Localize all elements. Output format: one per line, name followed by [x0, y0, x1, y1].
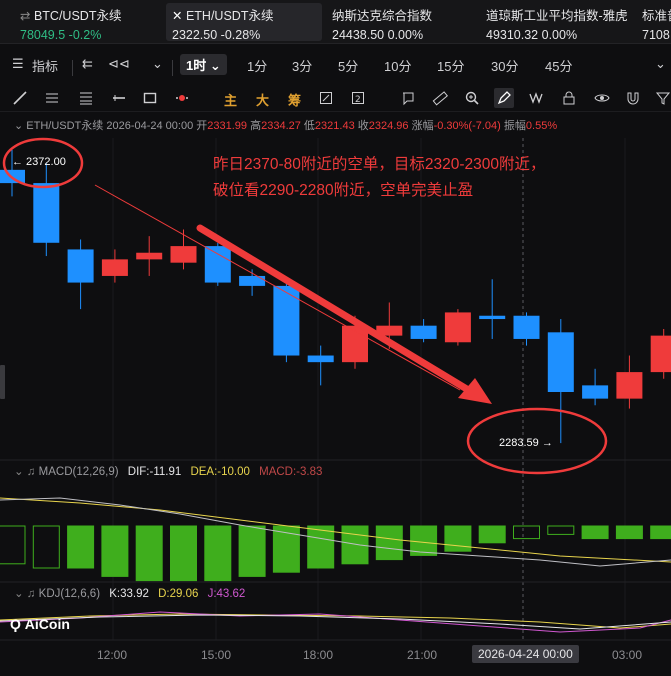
annotation-thin-line [94, 184, 461, 391]
macd-value: MACD:-3.83 [259, 466, 323, 478]
annotation-arrow-head [458, 378, 492, 404]
candle-body [136, 252, 163, 260]
kdj-k-line [0, 614, 671, 630]
macd-bar [478, 525, 506, 544]
kdj-j: J:43.62 [207, 588, 246, 600]
kdj-label: KDJ(12,6,6) [38, 588, 101, 600]
candle-body [239, 275, 266, 286]
macd-bar [238, 525, 266, 577]
macd-bar [67, 525, 95, 569]
low-marker: 2283.59 → [499, 437, 553, 449]
x-tick: 15:00 [201, 648, 232, 662]
macd-bar [375, 525, 403, 561]
candle-body [444, 312, 471, 343]
collapse-icon[interactable]: ⌄ [14, 588, 27, 600]
bell-icon[interactable]: ♫ [27, 466, 39, 478]
kdj-d: D:29.06 [158, 588, 199, 600]
macd-bar [307, 525, 335, 569]
macd-bar [0, 525, 26, 565]
candle-body [582, 385, 609, 399]
dea-line [0, 497, 671, 563]
candle-body [650, 335, 671, 373]
kdj-j-line [0, 611, 671, 633]
annotation-arrow-shaft [196, 224, 479, 398]
macd-bar [101, 525, 129, 577]
macd-legend: ⌄ ♫ MACD(12,26,9) DIF:-11.91 DEA:-10.00 … [14, 464, 322, 478]
aicoin-logo: Ϙ AiCoin [10, 616, 70, 632]
x-crosshair-label: 2026-04-24 00:00 [472, 645, 579, 663]
candle-body [410, 325, 437, 339]
bell-icon[interactable]: ♫ [27, 588, 39, 600]
macd-bar [32, 525, 60, 569]
candle-body [513, 315, 540, 339]
candle-body [479, 315, 506, 320]
macd-dif: DIF:-11.91 [127, 466, 182, 478]
annotation-line-2: 破位看2290-2280附近，空单完美止盈 [213, 182, 474, 199]
candle-body [67, 249, 94, 283]
x-tick: 12:00 [97, 648, 128, 662]
candle-body [547, 332, 574, 392]
kdj-k: K:33.92 [109, 588, 149, 600]
macd-bar [135, 525, 163, 582]
macd-bar [204, 525, 232, 582]
kdj-legend: ⌄ ♫ KDJ(12,6,6) K:33.92 D:29.06 J:43.62 [14, 586, 245, 600]
candlestick-chart[interactable] [0, 0, 671, 676]
macd-bar [547, 525, 575, 535]
macd-bar [341, 525, 369, 565]
macd-bar [170, 525, 197, 582]
macd-bar [615, 525, 643, 540]
high-marker: ← 2372.00 [12, 156, 66, 168]
candle-body [307, 355, 334, 363]
x-tick: 18:00 [303, 648, 334, 662]
collapse-icon[interactable]: ⌄ [14, 466, 27, 478]
macd-dea: DEA:-10.00 [190, 466, 250, 478]
logo-icon: Ϙ [10, 616, 25, 632]
candle-body [616, 372, 643, 399]
macd-bar [581, 525, 609, 540]
macd-label: MACD(12,26,9) [38, 466, 119, 478]
candle-body [33, 183, 60, 243]
x-tick: 03:00 [612, 648, 643, 662]
macd-bar [513, 525, 540, 540]
x-tick: 21:00 [407, 648, 438, 662]
candle-body [101, 259, 128, 276]
annotation-line-1: 昨日2370-80附近的空单，目标2320-2300附近， [213, 156, 546, 173]
candle-body [170, 246, 197, 263]
macd-bar [444, 525, 472, 552]
left-panel-handle [0, 365, 5, 399]
macd-bar [650, 525, 671, 540]
candle-body [204, 246, 231, 283]
candle-body [273, 285, 300, 356]
